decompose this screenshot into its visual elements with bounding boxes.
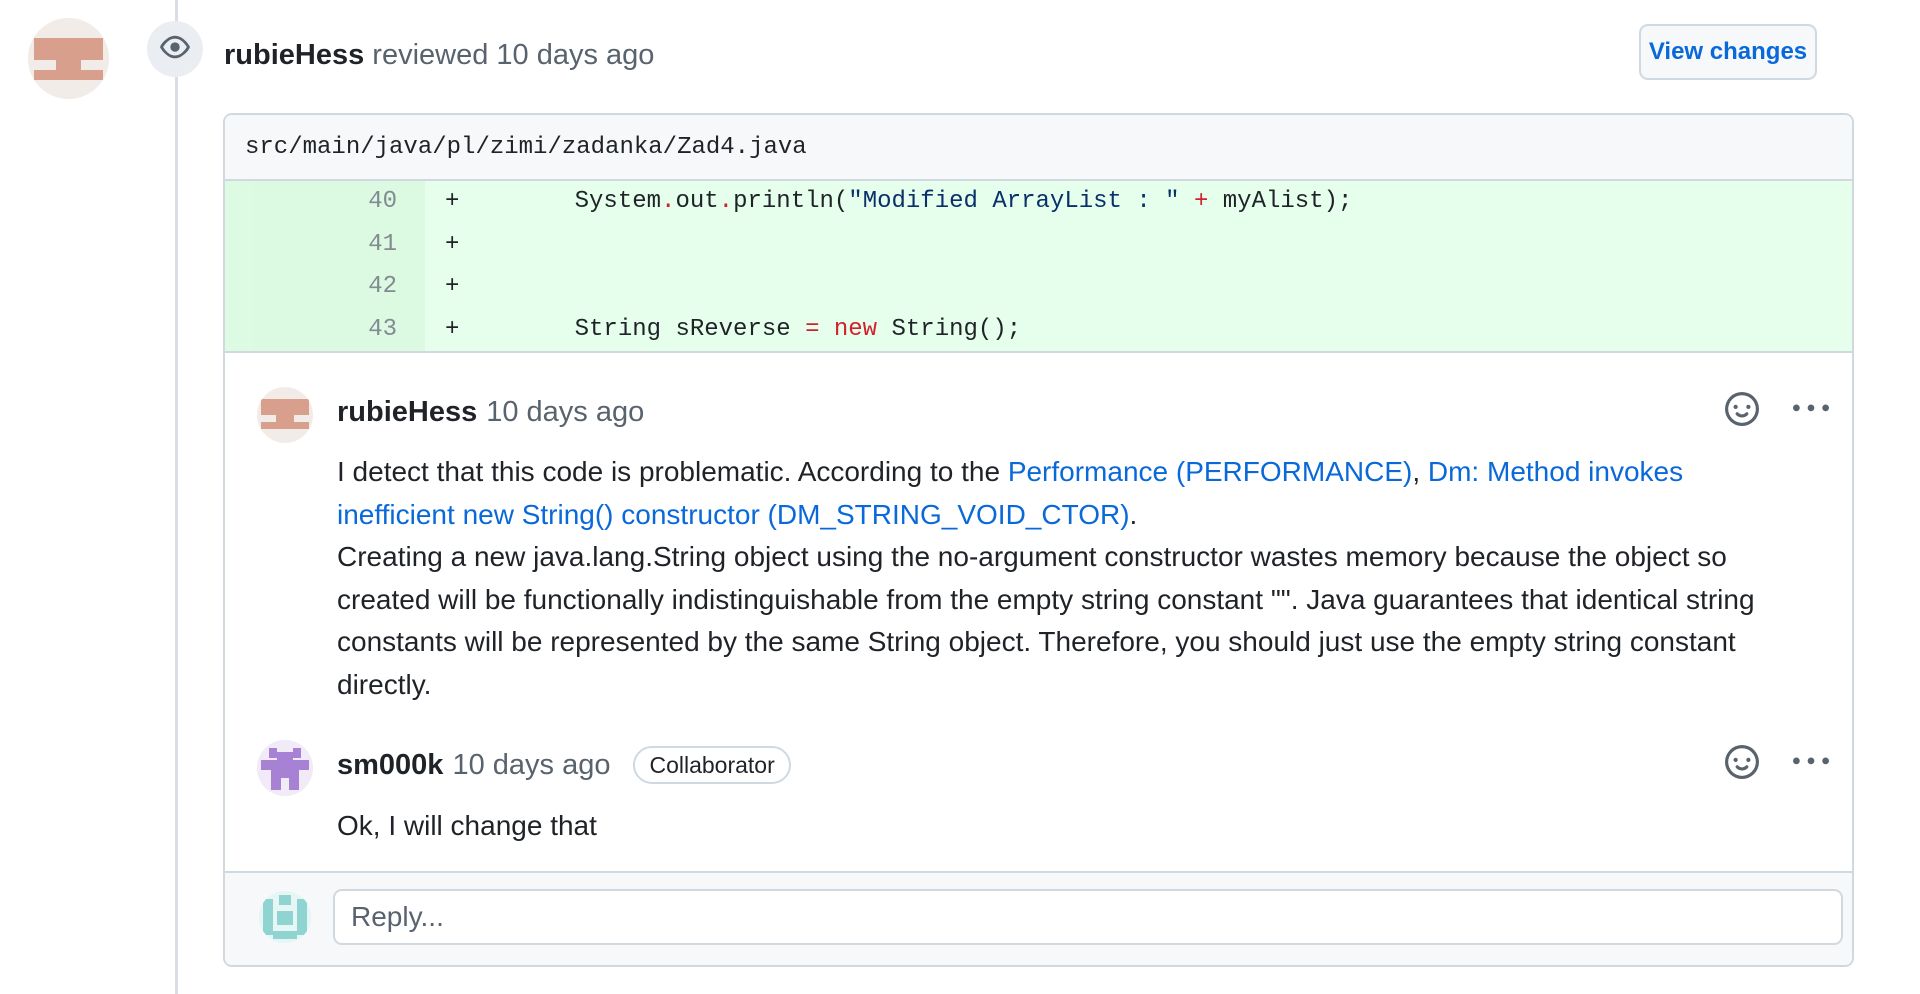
reply-bar: [225, 871, 1852, 965]
review-header: rubieHess reviewed 10 days ago: [224, 36, 654, 74]
eye-icon: [160, 32, 190, 67]
performance-link[interactable]: Performance (PERFORMANCE): [1008, 456, 1413, 487]
code-token: new: [833, 315, 878, 343]
file-path[interactable]: src/main/java/pl/zimi/zadanka/Zad4.java: [245, 134, 807, 161]
file-path-header: src/main/java/pl/zimi/zadanka/Zad4.java: [225, 115, 1852, 181]
reply-input[interactable]: [333, 889, 1843, 945]
view-changes-button[interactable]: View changes: [1639, 24, 1817, 80]
avatar[interactable]: [259, 891, 311, 943]
code-token: +: [1179, 188, 1223, 215]
code-token: println(: [733, 188, 849, 215]
comment-header: rubieHess 10 days ago: [337, 393, 644, 431]
diff-sign: +: [445, 273, 460, 300]
diff-code: + System.out.println("Modified ArrayList…: [425, 181, 1852, 224]
add-reaction-button[interactable]: [1722, 391, 1762, 431]
code-token: out: [675, 188, 719, 215]
comment-body: I detect that this code is problematic. …: [337, 451, 1807, 706]
comment-menu-button[interactable]: [1791, 391, 1831, 431]
code-token: System: [574, 188, 662, 215]
comment-detail: Creating a new java.lang.String object u…: [337, 541, 1755, 700]
comment-text: Ok, I will change that: [337, 810, 597, 841]
comment-paragraph: I detect that this code is problematic. …: [337, 451, 1807, 536]
comment-time[interactable]: 10 days ago: [452, 746, 610, 784]
comment-author[interactable]: rubieHess: [337, 393, 477, 431]
code-token: .: [718, 188, 734, 215]
review-time[interactable]: 10 days ago: [496, 39, 654, 71]
code-token: "Modified ArrayList : ": [848, 188, 1180, 215]
diff-line: 42 +: [225, 266, 1852, 309]
code-token: String sReverse: [574, 315, 806, 343]
line-number[interactable]: 40: [225, 181, 425, 224]
review-action: reviewed: [372, 39, 489, 71]
kebab-horizontal-icon: [1793, 391, 1829, 432]
diff-line: 40 + System.out.println("Modified ArrayL…: [225, 181, 1852, 224]
avatar[interactable]: [257, 387, 313, 443]
diff-line: 41 +: [225, 223, 1852, 266]
line-number[interactable]: 43: [225, 308, 425, 351]
comment-time[interactable]: 10 days ago: [486, 393, 644, 431]
comment-thread: rubieHess 10 days ago I detect that this…: [225, 351, 1852, 878]
add-reaction-button[interactable]: [1722, 744, 1762, 784]
comment-header: sm000k 10 days ago Collaborator: [337, 746, 791, 784]
code-token: .: [661, 188, 676, 215]
line-number[interactable]: 42: [225, 266, 425, 309]
smiley-icon: [1725, 744, 1759, 784]
diff-code: +: [425, 266, 1852, 309]
timeline-line: [175, 0, 178, 994]
diff-sign: +: [445, 188, 460, 215]
review-author-link[interactable]: rubieHess: [224, 39, 364, 71]
kebab-horizontal-icon: [1793, 744, 1829, 785]
comment-text: I detect that this code is problematic. …: [337, 456, 1008, 487]
comment-body: Ok, I will change that: [337, 805, 1807, 848]
comment-menu-button[interactable]: [1791, 744, 1831, 784]
reviewer-avatar[interactable]: [28, 18, 109, 99]
diff-line: 43 + String sReverse = new String();: [225, 308, 1852, 351]
comment-author[interactable]: sm000k: [337, 746, 443, 784]
line-number[interactable]: 41: [225, 223, 425, 266]
comment-text: ,: [1412, 456, 1428, 487]
diff-hunk: 40 + System.out.println("Modified ArrayL…: [225, 181, 1852, 351]
collaborator-badge: Collaborator: [633, 746, 791, 784]
diff-code: +: [425, 223, 1852, 266]
avatar[interactable]: [257, 740, 313, 796]
comment-text: .: [1129, 498, 1138, 530]
diff-sign: +: [445, 315, 460, 343]
diff-sign: +: [445, 230, 460, 258]
code-token: =: [805, 315, 820, 343]
review-eye-badge: [147, 21, 203, 77]
code-token: myAlist);: [1222, 188, 1353, 215]
review-thread-card: src/main/java/pl/zimi/zadanka/Zad4.java …: [223, 113, 1854, 967]
code-token: String();: [877, 315, 1022, 343]
diff-code: + String sReverse = new String();: [425, 308, 1852, 351]
smiley-icon: [1725, 391, 1759, 431]
